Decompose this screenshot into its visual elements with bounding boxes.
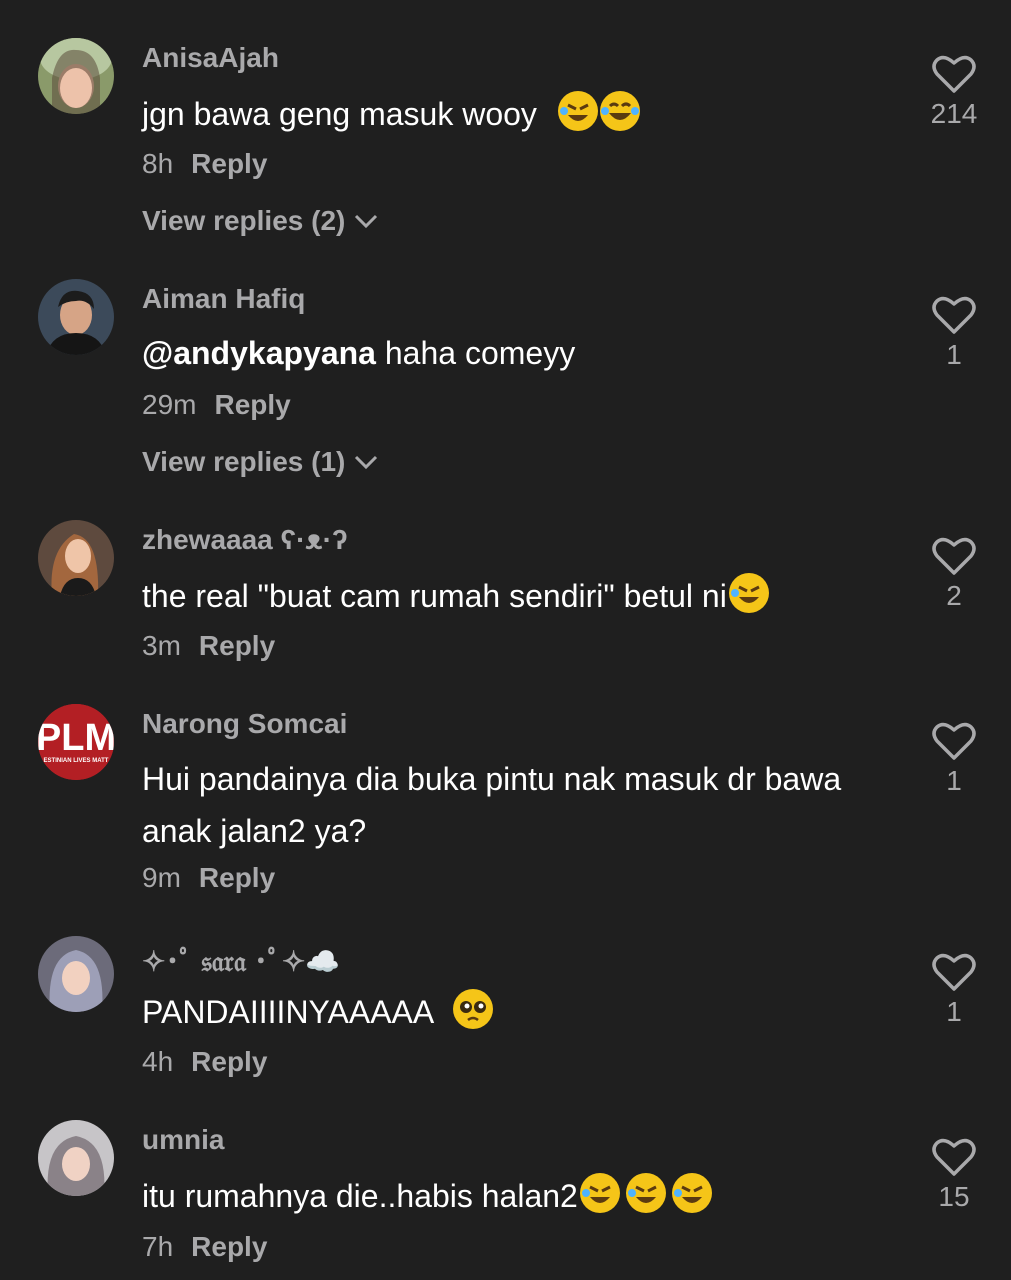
heart-icon[interactable]	[932, 295, 976, 335]
reply-button[interactable]: Reply	[214, 389, 290, 420]
comment-username[interactable]: AnisaAjah	[142, 42, 279, 74]
rofl-emoji-icon	[728, 573, 769, 613]
comment-meta: 8h Reply	[142, 148, 267, 180]
comment-text: the real "buat cam rumah sendiri" betul …	[142, 570, 832, 622]
rofl-emoji-icon	[671, 1173, 712, 1213]
comment-time: 7h	[142, 1231, 174, 1262]
rofl-emoji-icon	[557, 91, 598, 131]
comment-text: PANDAIIIINYAAAAA	[142, 986, 832, 1038]
avatar[interactable]	[38, 936, 114, 1012]
like-count: 15	[938, 1181, 970, 1212]
rofl-emoji-icon	[579, 1173, 620, 1213]
like-count: 2	[946, 580, 962, 611]
comment-time: 29m	[142, 389, 197, 420]
comment-text: jgn bawa geng masuk wooy	[142, 88, 832, 140]
like-area: 1	[922, 721, 986, 797]
comment-username[interactable]: umnia	[142, 1124, 224, 1156]
joy-emoji-icon	[599, 91, 640, 131]
like-area: 214	[922, 54, 986, 130]
comment-meta: 4h Reply	[142, 1046, 267, 1078]
reply-button[interactable]: Reply	[199, 862, 275, 893]
like-count: 1	[946, 339, 962, 370]
comment-username[interactable]: ✧･ﾟ 𝔰𝔞𝔯𝔞 ･ﾟ✧☁️	[142, 940, 340, 980]
reply-button[interactable]: Reply	[191, 1046, 267, 1077]
like-count: 1	[946, 996, 962, 1027]
comment-meta: 3m Reply	[142, 630, 275, 662]
heart-icon[interactable]	[932, 54, 976, 94]
comment-username[interactable]: Narong Somcai	[142, 708, 347, 740]
mention-link[interactable]: @andykapyana	[142, 335, 376, 371]
avatar[interactable]	[38, 520, 114, 596]
heart-icon[interactable]	[932, 1137, 976, 1177]
comment-meta: 29m Reply	[142, 389, 291, 421]
comment-body: itu rumahnya die..habis halan2	[142, 1178, 578, 1214]
reply-button[interactable]: Reply	[191, 148, 267, 179]
like-count: 1	[946, 765, 962, 796]
comment-time: 8h	[142, 148, 174, 179]
comment-body: jgn bawa geng masuk wooy	[142, 96, 537, 132]
avatar[interactable]	[38, 1120, 114, 1196]
comment-username[interactable]: zhewaaaa ʕ·ᴥ·ʔ	[142, 524, 348, 556]
reply-button[interactable]: Reply	[199, 630, 275, 661]
like-area: 1	[922, 295, 986, 371]
comment-time: 4h	[142, 1046, 174, 1077]
comment-time: 3m	[142, 630, 181, 661]
comment-text: @andykapyana haha comeyy	[142, 327, 832, 379]
svg-text:PLM: PLM	[38, 717, 114, 759]
comment-username[interactable]: Aiman Hafiq	[142, 283, 305, 315]
avatar[interactable]: PLM ESTINIAN LIVES MATT	[38, 704, 114, 780]
like-area: 2	[922, 536, 986, 612]
view-replies-label: View replies (2)	[142, 205, 346, 236]
comment-text: itu rumahnya die..habis halan2	[142, 1170, 832, 1222]
comment-time: 9m	[142, 862, 181, 893]
comment-body: the real "buat cam rumah sendiri" betul …	[142, 578, 727, 614]
like-count: 214	[930, 98, 978, 129]
view-replies-label: View replies (1)	[142, 446, 346, 477]
comment-body: haha comeyy	[375, 335, 576, 371]
view-replies-button[interactable]: View replies (2)	[142, 205, 379, 237]
like-area: 1	[922, 952, 986, 1028]
pleading-face-emoji-icon	[453, 989, 494, 1029]
heart-icon[interactable]	[932, 721, 976, 761]
view-replies-button[interactable]: View replies (1)	[142, 446, 379, 478]
chevron-down-icon	[355, 214, 378, 229]
heart-icon[interactable]	[932, 536, 976, 576]
rofl-emoji-icon	[625, 1173, 666, 1213]
avatar[interactable]	[38, 38, 114, 114]
comment-meta: 9m Reply	[142, 862, 275, 894]
comment-body: PANDAIIIINYAAAAA	[142, 994, 433, 1030]
like-area: 15	[922, 1137, 986, 1213]
svg-text:ESTINIAN LIVES MATT: ESTINIAN LIVES MATT	[44, 758, 109, 764]
chevron-down-icon	[355, 455, 378, 470]
heart-icon[interactable]	[932, 952, 976, 992]
comment-meta: 7h Reply	[142, 1231, 267, 1263]
reply-button[interactable]: Reply	[191, 1231, 267, 1262]
avatar[interactable]	[38, 279, 114, 355]
comment-text: Hui pandainya dia buka pintu nak masuk d…	[142, 761, 842, 849]
